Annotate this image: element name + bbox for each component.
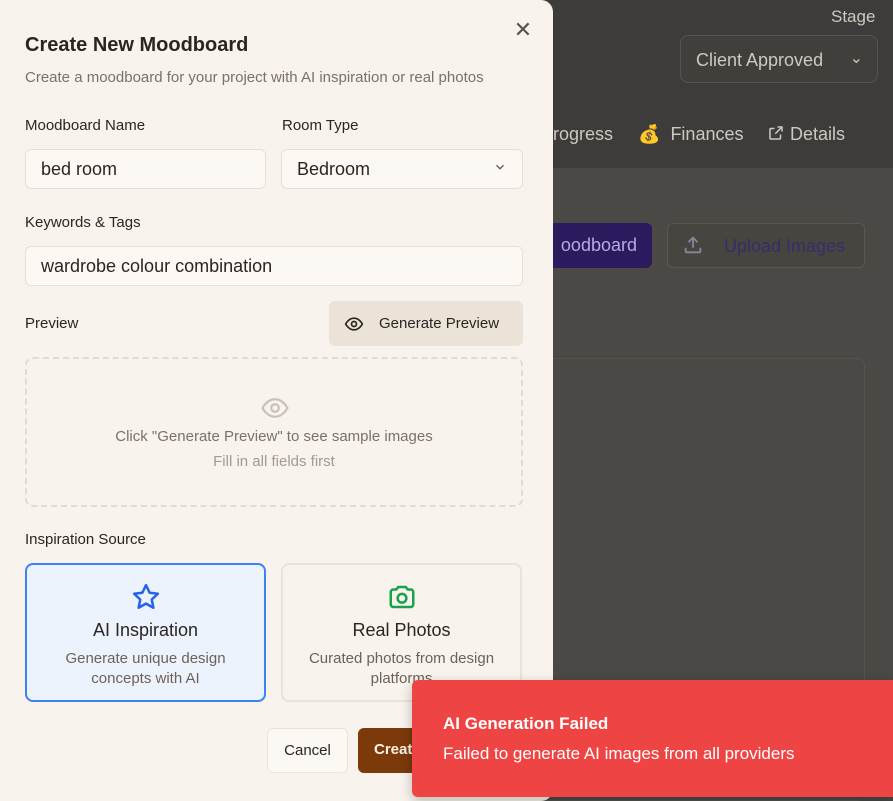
error-toast[interactable]: AI Generation Failed Failed to generate … xyxy=(412,680,893,797)
star-icon xyxy=(132,583,160,609)
toast-title: AI Generation Failed xyxy=(443,714,609,733)
keywords-input[interactable]: wardrobe colour combination xyxy=(25,246,523,286)
eye-icon xyxy=(344,317,364,331)
preview-label: Preview xyxy=(25,315,79,332)
stage-label: Stage xyxy=(831,7,876,26)
ai-inspiration-option[interactable]: AI Inspiration Generate unique design co… xyxy=(25,563,266,702)
tab-progress: rogress xyxy=(553,124,614,144)
moodboard-name-label: Moodboard Name xyxy=(25,117,146,134)
room-type-select[interactable]: Bedroom xyxy=(281,149,523,189)
generate-preview-button[interactable]: Generate Preview xyxy=(329,301,523,346)
upload-images-button: Upload Images xyxy=(667,223,865,268)
chevron-down-icon xyxy=(495,164,505,170)
option-title: Real Photos xyxy=(352,620,451,640)
tab-finances: 💰 Finances xyxy=(638,124,744,144)
option-title: AI Inspiration xyxy=(92,620,199,640)
room-type-label: Room Type xyxy=(282,117,359,134)
toast-description: Failed to generate AI images from all pr… xyxy=(443,744,795,763)
tab-details: Details xyxy=(767,124,845,145)
dialog-subtitle: Create a moodboard for your project with… xyxy=(25,69,484,86)
preview-empty-text: Click "Generate Preview" to see sample i… xyxy=(115,428,433,445)
dialog-title: Create New Moodboard xyxy=(25,34,249,56)
preview-area: Click "Generate Preview" to see sample i… xyxy=(25,357,523,507)
keywords-label: Keywords & Tags xyxy=(25,214,141,231)
moodboard-name-input[interactable]: bed room xyxy=(25,149,266,189)
stage-select-value: Client Approved xyxy=(696,50,824,70)
money-bag-icon: 💰 xyxy=(638,124,661,144)
stage-select: Client Approved ⌄ xyxy=(680,35,878,83)
close-icon[interactable]: ✕ xyxy=(512,19,534,41)
room-type-value: Bedroom xyxy=(297,159,371,179)
external-link-icon xyxy=(769,126,783,140)
eye-icon xyxy=(261,398,289,418)
upload-icon xyxy=(684,236,702,254)
chevron-down-icon: ⌄ xyxy=(849,50,863,67)
camera-icon xyxy=(389,585,415,609)
cancel-button[interactable]: Cancel xyxy=(267,728,348,773)
inspiration-source-label: Inspiration Source xyxy=(25,531,146,548)
option-description: Generate unique design concepts with AI xyxy=(65,650,226,687)
preview-hint-text: Fill in all fields first xyxy=(213,453,335,470)
